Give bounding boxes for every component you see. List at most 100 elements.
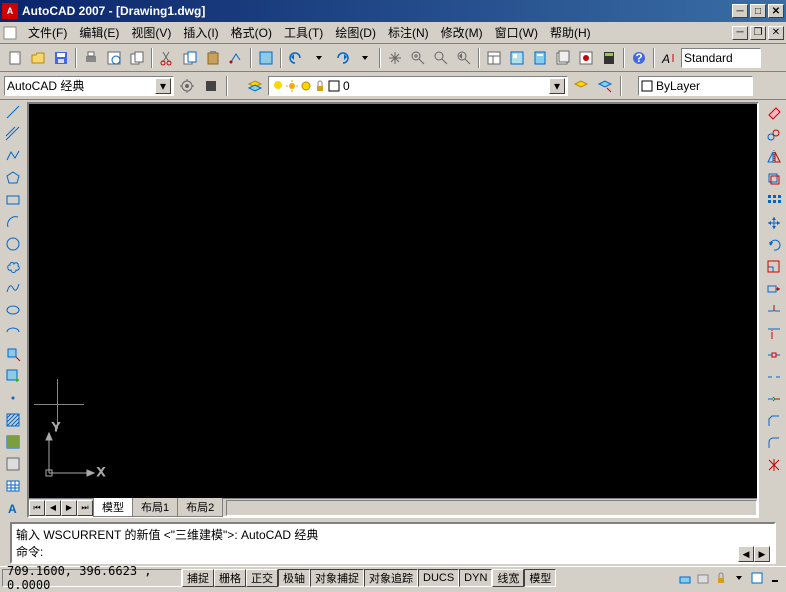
minimize-button[interactable]: ─ <box>732 4 748 18</box>
horizontal-scrollbar[interactable] <box>226 500 757 516</box>
sheet-set-button[interactable] <box>552 47 574 69</box>
menu-view[interactable]: 视图(V) <box>125 22 177 43</box>
menu-modify[interactable]: 修改(M) <box>435 22 489 43</box>
insert-block-button[interactable] <box>2 343 23 364</box>
maximize-button[interactable]: □ <box>750 4 766 18</box>
stretch-button[interactable] <box>763 278 784 299</box>
snap-toggle[interactable]: 捕捉 <box>182 569 214 587</box>
rotate-button[interactable] <box>763 234 784 255</box>
match-button[interactable] <box>225 47 247 69</box>
workspace-settings-button[interactable] <box>176 75 198 97</box>
tab-model[interactable]: 模型 <box>93 498 133 517</box>
model-toggle[interactable]: 模型 <box>524 569 556 587</box>
grid-toggle[interactable]: 栅格 <box>214 569 246 587</box>
command-window[interactable]: 输入 WSCURRENT 的新值 <"三维建模">: AutoCAD 经典 命令… <box>10 522 776 564</box>
fillet-button[interactable] <box>763 432 784 453</box>
workspace-combo[interactable]: AutoCAD 经典 ▾ <box>4 76 174 96</box>
ellipse-button[interactable] <box>2 300 23 321</box>
redo-dropdown[interactable] <box>354 47 376 69</box>
revcloud-button[interactable] <box>2 256 23 277</box>
tool-palettes-button[interactable] <box>529 47 551 69</box>
design-center-button[interactable] <box>506 47 528 69</box>
hatch-button[interactable] <box>2 409 23 430</box>
offset-button[interactable] <box>763 168 784 189</box>
block-editor-button[interactable] <box>255 47 277 69</box>
dyn-toggle[interactable]: DYN <box>459 569 492 587</box>
plot-preview-button[interactable] <box>103 47 125 69</box>
workspace-lock-button[interactable] <box>200 75 222 97</box>
zoom-window-button[interactable] <box>430 47 452 69</box>
explode-button[interactable] <box>763 454 784 475</box>
tab-layout2[interactable]: 布局2 <box>177 498 223 517</box>
break-button[interactable] <box>763 366 784 387</box>
polar-toggle[interactable]: 极轴 <box>278 569 310 587</box>
redo-button[interactable] <box>331 47 353 69</box>
copy-mod-button[interactable] <box>763 124 784 145</box>
layer-states-button[interactable] <box>594 75 616 97</box>
cmd-scroll-right[interactable]: ▶ <box>754 546 770 562</box>
ortho-toggle[interactable]: 正交 <box>246 569 278 587</box>
bylayer-combo[interactable]: ByLayer <box>638 76 753 96</box>
table-button[interactable] <box>2 475 23 496</box>
polyline-button[interactable] <box>2 146 23 167</box>
menu-window[interactable]: 窗口(W) <box>489 22 544 43</box>
copy-button[interactable] <box>179 47 201 69</box>
circle-button[interactable] <box>2 234 23 255</box>
region-button[interactable] <box>2 453 23 474</box>
save-button[interactable] <box>50 47 72 69</box>
undo-button[interactable] <box>285 47 307 69</box>
tab-next-button[interactable]: ▶ <box>61 500 77 516</box>
zoom-previous-button[interactable] <box>453 47 475 69</box>
mdi-minimize-button[interactable]: ─ <box>732 26 748 40</box>
ellipse-arc-button[interactable] <box>2 322 23 343</box>
tray-plot-icon[interactable] <box>694 569 712 587</box>
scale-button[interactable] <box>763 256 784 277</box>
style-combo[interactable]: Standard <box>681 48 761 68</box>
xline-button[interactable] <box>2 124 23 145</box>
break-point-button[interactable] <box>763 344 784 365</box>
spline-button[interactable] <box>2 278 23 299</box>
properties-button[interactable] <box>483 47 505 69</box>
lwt-toggle[interactable]: 线宽 <box>492 569 524 587</box>
trim-button[interactable] <box>763 300 784 321</box>
menu-file[interactable]: 文件(F) <box>22 22 73 43</box>
tray-min-icon[interactable] <box>766 569 784 587</box>
rectangle-button[interactable] <box>2 190 23 211</box>
drawing-canvas[interactable]: Y X <box>29 104 757 498</box>
array-button[interactable] <box>763 190 784 211</box>
tray-comm-icon[interactable] <box>676 569 694 587</box>
pan-button[interactable] <box>384 47 406 69</box>
menu-tools[interactable]: 工具(T) <box>278 22 329 43</box>
calc-button[interactable] <box>598 47 620 69</box>
erase-button[interactable] <box>763 102 784 123</box>
tab-last-button[interactable]: ⏭ <box>77 500 93 516</box>
menu-format[interactable]: 格式(O) <box>225 22 278 43</box>
help-button[interactable]: ? <box>628 47 650 69</box>
tray-lock-icon[interactable] <box>712 569 730 587</box>
point-button[interactable] <box>2 387 23 408</box>
open-button[interactable] <box>27 47 49 69</box>
new-button[interactable] <box>4 47 26 69</box>
tab-first-button[interactable]: ⏮ <box>29 500 45 516</box>
join-button[interactable] <box>763 388 784 409</box>
cmd-scroll-left[interactable]: ◀ <box>738 546 754 562</box>
undo-dropdown[interactable] <box>308 47 330 69</box>
tab-prev-button[interactable]: ◀ <box>45 500 61 516</box>
menu-insert[interactable]: 插入(I) <box>177 22 224 43</box>
polygon-button[interactable] <box>2 168 23 189</box>
mirror-button[interactable] <box>763 146 784 167</box>
tray-arrow-icon[interactable] <box>730 569 748 587</box>
osnap-toggle[interactable]: 对象捕捉 <box>310 569 364 587</box>
ducs-toggle[interactable]: DUCS <box>418 569 459 587</box>
menu-draw[interactable]: 绘图(D) <box>329 22 382 43</box>
otrack-toggle[interactable]: 对象追踪 <box>364 569 418 587</box>
gradient-button[interactable] <box>2 431 23 452</box>
close-button[interactable]: ✕ <box>768 4 784 18</box>
paste-button[interactable] <box>202 47 224 69</box>
menu-dim[interactable]: 标注(N) <box>382 22 435 43</box>
layer-combo[interactable]: 0 ▾ <box>268 76 568 96</box>
text-style-icon[interactable]: A <box>658 47 680 69</box>
layer-manager-button[interactable] <box>244 75 266 97</box>
mtext-button[interactable]: A <box>2 497 23 518</box>
extend-button[interactable] <box>763 322 784 343</box>
